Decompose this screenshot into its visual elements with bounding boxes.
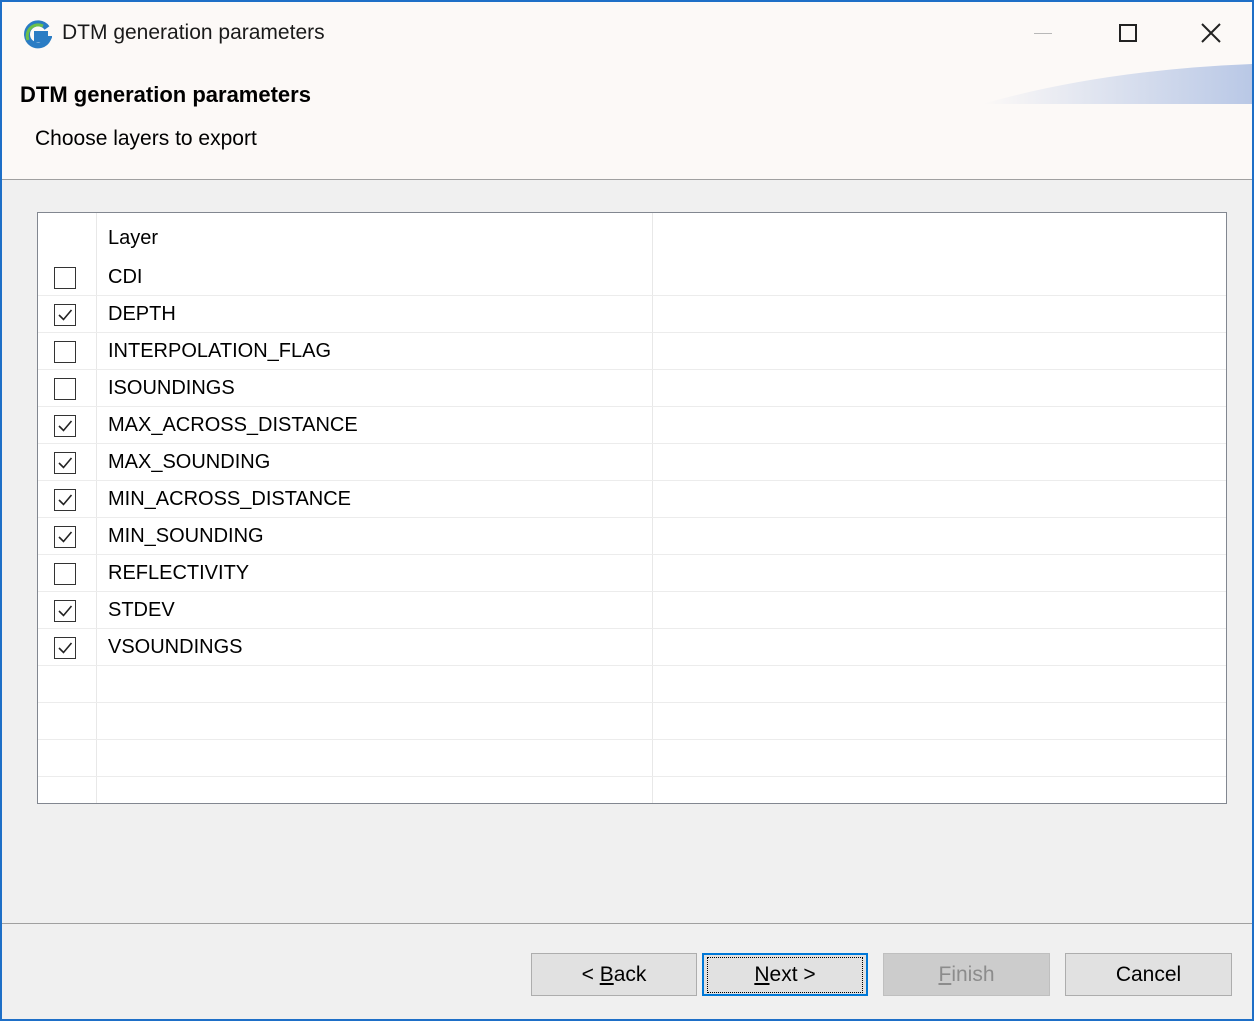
table-row[interactable]: MIN_SOUNDING — [38, 518, 1226, 555]
footer-separator — [2, 923, 1252, 924]
layer-table[interactable]: Layer CDI DEPTH INTERPOLATION_FLAG ISOUNDIN… — [37, 212, 1227, 804]
focus-rect: Next > — [707, 956, 863, 993]
checkbox-checked[interactable] — [54, 526, 76, 548]
table-row[interactable]: MIN_ACROSS_DISTANCE — [38, 481, 1226, 518]
checkmark-icon — [58, 494, 73, 506]
back-button-prefix: < — [581, 962, 600, 986]
table-row[interactable]: DEPTH — [38, 296, 1226, 333]
row-label: STDEV — [108, 599, 175, 621]
finish-button-mnemonic: F — [938, 962, 952, 986]
back-button-rest: ack — [613, 962, 647, 986]
table-row[interactable]: MAX_ACROSS_DISTANCE — [38, 407, 1226, 444]
close-button[interactable] — [1168, 2, 1254, 64]
checkbox-checked[interactable] — [54, 304, 76, 326]
finish-button[interactable]: Finish — [883, 953, 1050, 996]
checkmark-icon — [58, 642, 73, 654]
checkmark-icon — [58, 457, 73, 469]
table-row[interactable]: ISOUNDINGS — [38, 370, 1226, 407]
table-row[interactable]: CDI — [38, 259, 1226, 296]
row-label: MAX_SOUNDING — [108, 451, 271, 473]
row-label: ISOUNDINGS — [108, 377, 235, 399]
next-button[interactable]: Next > — [702, 953, 868, 996]
table-row[interactable]: MAX_SOUNDING — [38, 444, 1226, 481]
table-row[interactable]: VSOUNDINGS — [38, 629, 1226, 666]
row-label: INTERPOLATION_FLAG — [108, 340, 332, 362]
checkmark-icon — [58, 605, 73, 617]
checkbox-checked[interactable] — [54, 415, 76, 437]
title-bar[interactable]: DTM generation parameters — [2, 2, 1252, 64]
app-g-icon — [24, 20, 52, 49]
page-subtitle: Choose layers to export — [35, 127, 257, 150]
minimize-icon — [1034, 32, 1052, 34]
header-banner-graphic — [982, 64, 1252, 104]
checkbox-unchecked[interactable] — [54, 378, 76, 400]
row-label: MIN_ACROSS_DISTANCE — [108, 488, 352, 510]
maximize-icon — [1119, 24, 1137, 42]
page-title: DTM generation parameters — [20, 82, 311, 107]
checkmark-icon — [58, 420, 73, 432]
empty-table-row — [38, 666, 1226, 703]
checkbox-checked[interactable] — [54, 637, 76, 659]
table-row[interactable]: INTERPOLATION_FLAG — [38, 333, 1226, 370]
checkbox-unchecked[interactable] — [54, 563, 76, 585]
checkbox-unchecked[interactable] — [54, 267, 76, 289]
checkmark-icon — [58, 531, 73, 543]
window-title: DTM generation parameters — [62, 21, 325, 44]
back-button[interactable]: < Back — [531, 953, 697, 996]
minimize-button[interactable] — [1000, 2, 1086, 64]
checkbox-checked[interactable] — [54, 489, 76, 511]
cancel-button[interactable]: Cancel — [1065, 953, 1232, 996]
wizard-header: DTM generation parameters Choose layers … — [2, 64, 1252, 180]
table-row[interactable]: STDEV — [38, 592, 1226, 629]
empty-table-row — [38, 777, 1226, 803]
row-label: MIN_SOUNDING — [108, 525, 264, 547]
finish-button-rest: inish — [951, 962, 995, 986]
row-label: DEPTH — [108, 303, 176, 325]
checkmark-icon — [58, 309, 73, 321]
close-icon — [1201, 23, 1221, 43]
next-button-rest: ext > — [769, 962, 816, 986]
checkbox-checked[interactable] — [54, 452, 76, 474]
row-label: CDI — [108, 266, 143, 288]
empty-table-row — [38, 740, 1226, 777]
back-button-mnemonic: B — [599, 962, 614, 986]
row-label: REFLECTIVITY — [108, 562, 250, 584]
maximize-button[interactable] — [1085, 2, 1171, 64]
row-label: MAX_ACROSS_DISTANCE — [108, 414, 358, 436]
column-header-layer[interactable]: Layer — [108, 227, 158, 250]
checkbox-checked[interactable] — [54, 600, 76, 622]
checkbox-unchecked[interactable] — [54, 341, 76, 363]
next-button-mnemonic: N — [754, 962, 770, 986]
row-label: VSOUNDINGS — [108, 636, 243, 658]
dialog-window: DTM generation parameters DTM generation… — [0, 0, 1254, 1021]
table-row[interactable]: REFLECTIVITY — [38, 555, 1226, 592]
empty-table-row — [38, 703, 1226, 740]
